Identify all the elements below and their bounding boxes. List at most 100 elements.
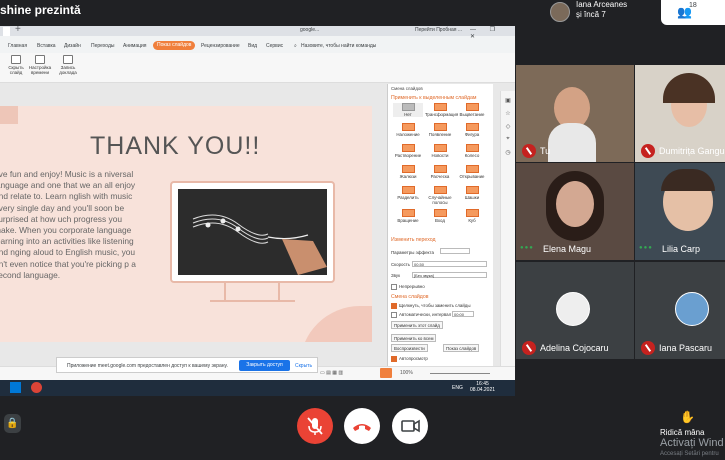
mic-off-icon: [641, 341, 655, 355]
participant-tile[interactable]: Dumitrița Gangur: [635, 65, 725, 162]
lang-indicator[interactable]: ENG: [452, 385, 463, 391]
transition-tile[interactable]: Вращение: [393, 209, 423, 223]
camera-toggle-button[interactable]: [392, 408, 428, 444]
participant-tile[interactable]: ●●● Lilia Carp: [635, 163, 725, 260]
participant-tile[interactable]: Tu: [516, 65, 634, 162]
participant-name: Lilia Carp: [662, 244, 701, 254]
tile-label: Шашки: [464, 195, 480, 200]
apply-all-button[interactable]: Применить ко всем: [391, 334, 437, 342]
pin-icon[interactable]: ⌖: [501, 136, 515, 143]
chrome-icon[interactable]: [31, 382, 42, 393]
transition-tile[interactable]: Случайные полосы: [425, 186, 455, 205]
menu-item-animation[interactable]: Анимация: [123, 43, 146, 49]
transition-tile[interactable]: Трансформация: [425, 103, 458, 117]
host-indicator[interactable]: Iana Arceanes și încă 7: [546, 0, 656, 24]
hide-button[interactable]: Скрыть: [295, 363, 312, 369]
tile-label: Открывание: [459, 174, 485, 179]
monitor-illustration: [170, 181, 335, 283]
hang-up-icon: [353, 424, 371, 431]
menu-item-review[interactable]: Рецензирование: [201, 43, 240, 49]
layers-icon[interactable]: ▣: [501, 97, 515, 104]
tile-label: Нет: [404, 112, 412, 117]
meet-window: shine prezintă Iana Arceanes și încă 7 👥…: [0, 0, 725, 460]
tile-label: Новости: [431, 153, 449, 158]
transition-tile[interactable]: Открывание: [457, 165, 487, 179]
mic-off-icon: [641, 144, 655, 158]
record-button[interactable]: Запись доклада: [56, 55, 80, 75]
participant-tile[interactable]: ●●● Elena Magu: [516, 163, 634, 260]
activation-watermark: Activați Wind: [660, 437, 724, 449]
transition-tile[interactable]: Шашки: [457, 186, 487, 200]
clock[interactable]: 16:45 08.04.2021: [470, 381, 495, 393]
menu-item-slideshow[interactable]: Показ слайдов: [153, 41, 196, 50]
tile-label: Вход: [435, 218, 445, 223]
menu-item-tools[interactable]: Сервис: [266, 43, 283, 49]
auto-interval-field[interactable]: 00:00: [452, 311, 474, 317]
tile-label: Куб: [468, 218, 476, 223]
menu-item-view[interactable]: Вид: [248, 43, 257, 49]
speed-field[interactable]: 00.50: [412, 261, 487, 267]
history-icon[interactable]: ◷: [501, 149, 515, 156]
start-icon[interactable]: [10, 382, 21, 393]
menu-item-home[interactable]: Главная: [8, 43, 27, 49]
window-controls[interactable]: — ❐ ✕: [470, 26, 515, 40]
transition-thumb: [433, 165, 447, 173]
side-toolbar: ▣ ☆ ◇ ⌖ ◷: [500, 91, 515, 371]
menu-item-insert[interactable]: Вставка: [37, 43, 56, 49]
transition-tile[interactable]: Колесо: [457, 144, 487, 158]
command-search[interactable]: Назовите, чтобы найти команды: [301, 43, 376, 49]
raise-hand-icon[interactable]: ✋: [680, 410, 695, 424]
security-shield-icon[interactable]: 🔒: [4, 414, 21, 433]
effect-options-field[interactable]: [440, 248, 470, 254]
end-call-button[interactable]: [344, 408, 380, 444]
slideshow-button[interactable]: Показ слайдов: [443, 344, 480, 352]
monitor-base: [210, 300, 295, 302]
stop-sharing-button[interactable]: Закрыть доступ: [239, 360, 290, 371]
transition-tile[interactable]: Куб: [457, 209, 487, 223]
transition-tile[interactable]: Выцветание: [457, 103, 487, 117]
participant-tile[interactable]: Iana Pascaru: [635, 262, 725, 359]
panel-title: Смена слайдов: [391, 86, 423, 91]
menu-item-design[interactable]: Дизайн: [64, 43, 81, 49]
zoom-slider[interactable]: [430, 373, 490, 374]
slide[interactable]: THANK YOU!! ave fun and enjoy! Music is …: [0, 106, 372, 342]
tab-trial[interactable]: Перейти Пробная ...: [415, 27, 462, 33]
sound-select[interactable]: [Без звука]: [412, 272, 487, 278]
mic-toggle-button[interactable]: [297, 408, 333, 444]
workspace: THANK YOU!! ave fun and enjoy! Music is …: [0, 83, 515, 371]
shapes-icon[interactable]: ◇: [501, 123, 515, 130]
transition-thumb: [433, 103, 447, 111]
avatar: [550, 2, 570, 22]
on-click-checkbox[interactable]: Щелкнуть, чтобы заменить слайды: [391, 303, 471, 309]
transition-tile[interactable]: Фигура: [457, 123, 487, 137]
rehearse-timings-button[interactable]: Настройка времени: [27, 55, 53, 75]
change-heading: Изменить переход: [391, 237, 436, 243]
participant-tile[interactable]: Adelina Cojocaru: [516, 262, 634, 359]
transition-thumb: [433, 123, 447, 131]
transition-tile[interactable]: Растворение: [393, 144, 423, 158]
autopreview-checkbox[interactable]: Автопросмотр: [391, 356, 428, 362]
tab-doc[interactable]: google...: [300, 27, 319, 33]
hide-slide-button[interactable]: Скрыть слайд: [6, 55, 26, 75]
transition-tile[interactable]: Появление: [425, 123, 455, 137]
transition-thumb: [433, 186, 447, 194]
transition-tile[interactable]: Разделить: [393, 186, 423, 200]
star-icon[interactable]: ☆: [501, 110, 515, 117]
play-slideshow-icon[interactable]: [380, 368, 392, 378]
transition-tile[interactable]: Расческа: [425, 165, 455, 179]
loop-checkbox[interactable]: Непрерывно: [391, 284, 425, 290]
transition-tile[interactable]: Нет: [393, 103, 423, 117]
auto-advance-checkbox[interactable]: Автоматически, интервал: [391, 312, 451, 318]
apply-this-button[interactable]: Применить этот слайд: [391, 321, 443, 329]
play-button[interactable]: Воспроизвести: [391, 344, 428, 352]
view-icons[interactable]: ▭ ▤ ▦ ▥: [320, 370, 343, 376]
transition-tile[interactable]: Новости: [425, 144, 455, 158]
browser-tab[interactable]: [3, 27, 10, 36]
transition-tile[interactable]: Вход: [425, 209, 455, 223]
host-name: Iana Arceanes și încă 7: [576, 0, 627, 20]
people-button[interactable]: 👥 18: [661, 0, 725, 25]
new-tab-icon[interactable]: +: [15, 26, 21, 35]
menu-item-transitions[interactable]: Переходы: [91, 43, 114, 49]
transition-tile[interactable]: Наложение: [393, 123, 423, 137]
transition-tile[interactable]: Жалюзи: [393, 165, 423, 179]
